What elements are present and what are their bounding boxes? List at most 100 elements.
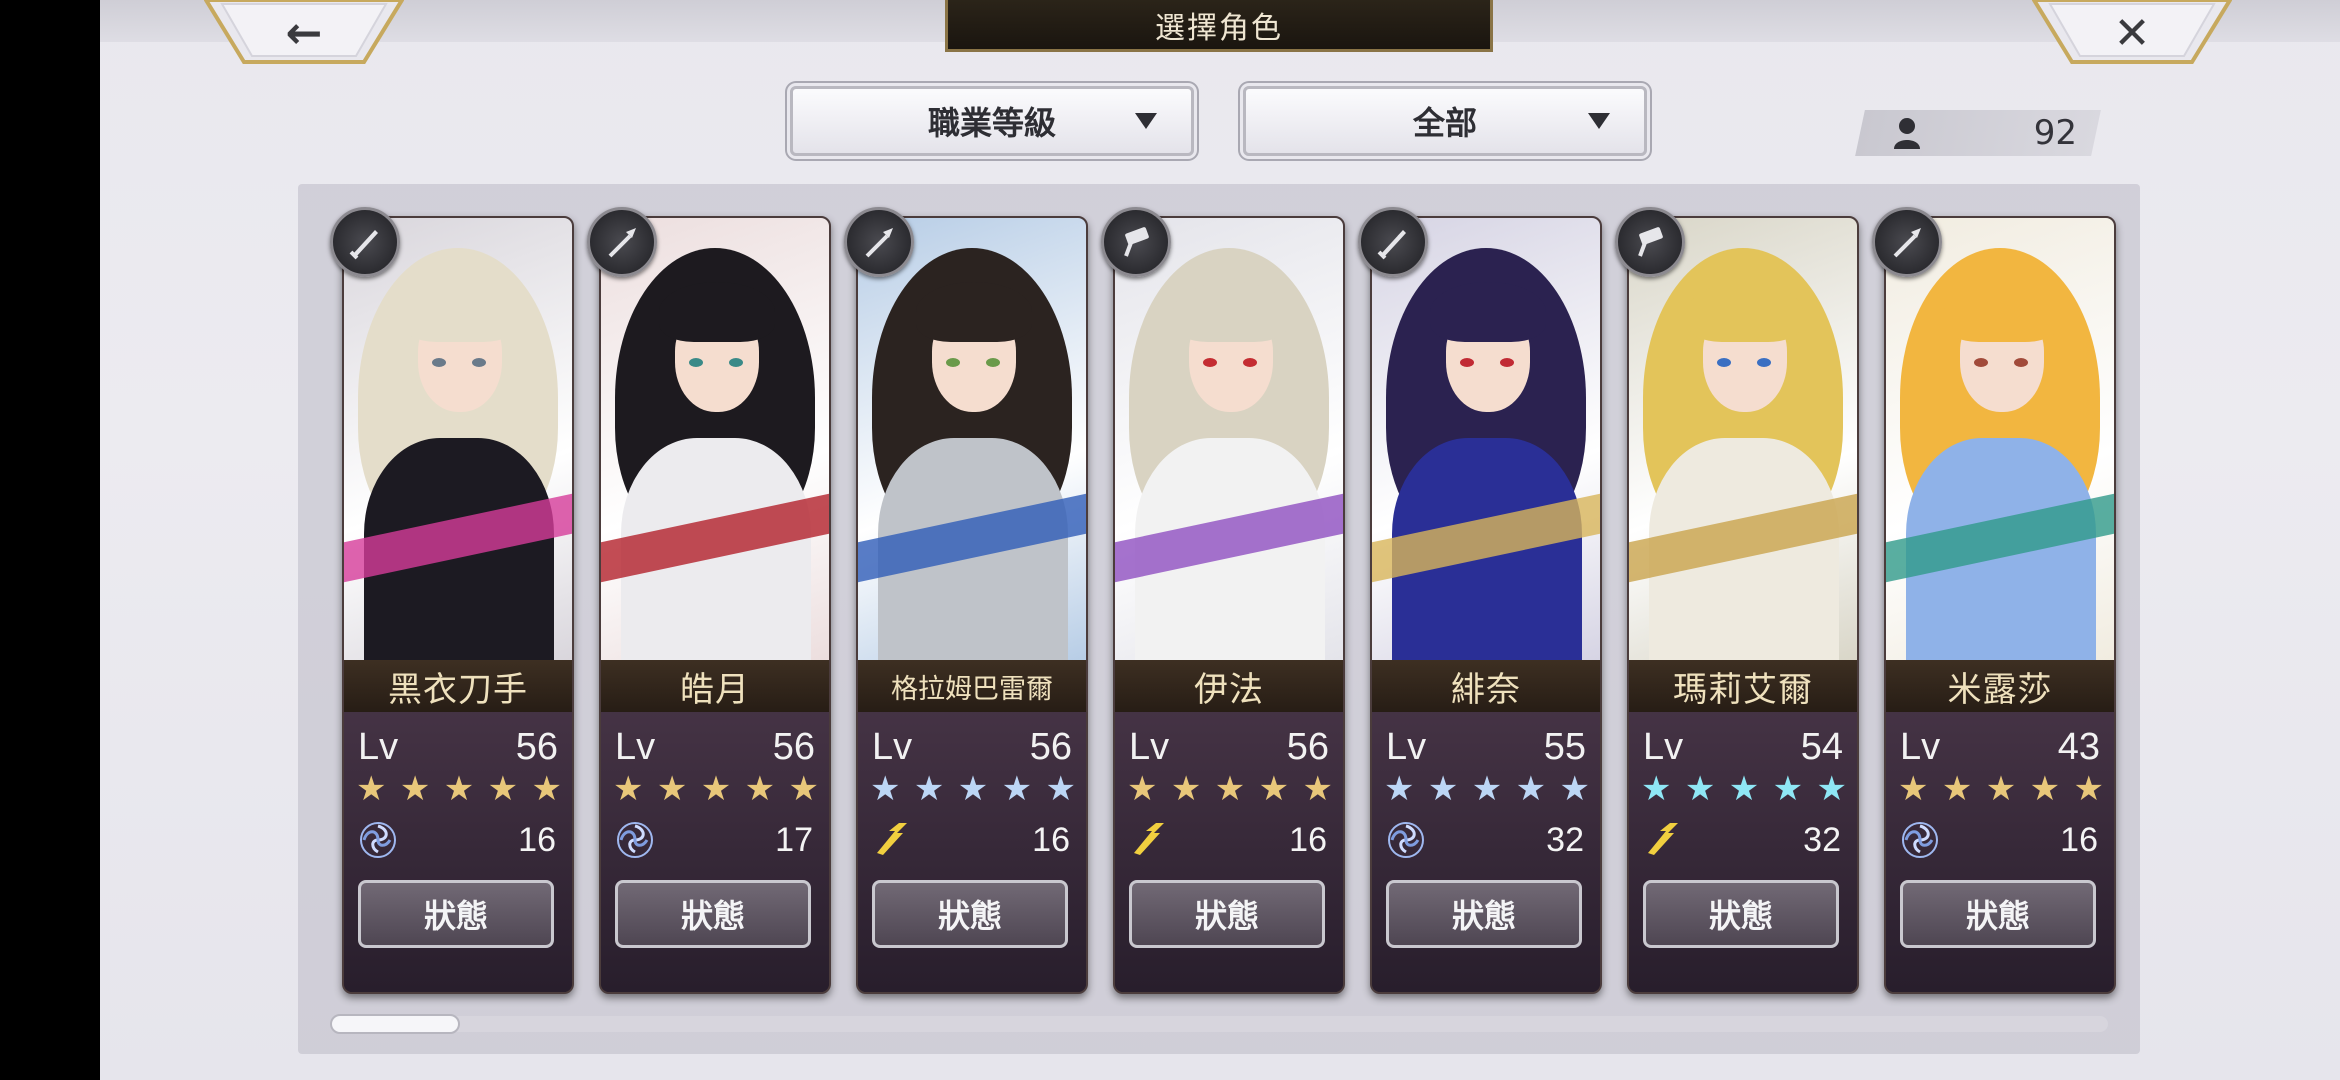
level-value: 56 (1286, 726, 1329, 768)
level-value: 55 (1543, 726, 1586, 768)
level-value: 56 (1029, 726, 1072, 768)
person-icon (1894, 118, 1920, 149)
character-portrait (344, 218, 572, 660)
chevron-down-icon (1588, 113, 1610, 129)
character-card[interactable]: 伊法 Lv 56 ★ ★ ★ ★ ★ 16 狀態 (1113, 216, 1345, 994)
star-icon: ★ (1471, 769, 1503, 809)
character-card[interactable]: 緋奈 Lv 55 ★ ★ ★ ★ ★ 32 狀態 (1370, 216, 1602, 994)
star-icon: ★ (487, 769, 519, 809)
character-name: 瑪莉艾爾 (1629, 660, 1857, 712)
star-icon: ★ (356, 769, 387, 809)
star-icon: ★ (1898, 769, 1929, 809)
spear-icon (1872, 207, 1942, 277)
star-icon: ★ (2073, 769, 2104, 809)
element-row: 16 (358, 820, 556, 860)
star-icon: ★ (957, 769, 989, 809)
star-icon: ★ (613, 769, 644, 809)
back-button[interactable]: ← (204, 0, 404, 66)
character-name: 緋奈 (1372, 660, 1600, 712)
wind-element-icon (358, 820, 398, 860)
element-row: 16 (1900, 820, 2098, 860)
wind-element-icon (1900, 820, 1940, 860)
level-row: Lv 56 (1129, 726, 1329, 769)
character-name: 皓月 (601, 660, 829, 712)
star-icon: ★ (531, 769, 562, 809)
star-icon: ★ (1941, 769, 1973, 809)
status-button[interactable]: 狀態 (872, 880, 1068, 948)
close-icon: ✕ (2113, 7, 2151, 59)
element-value: 17 (775, 820, 813, 859)
level-row: Lv 55 (1386, 726, 1586, 769)
star-icon: ★ (1816, 769, 1847, 809)
filter-dropdown[interactable]: 全部 (1243, 86, 1647, 156)
character-stats: Lv 56 ★ ★ ★ ★ ★ 16 狀態 (858, 712, 1086, 992)
character-portrait (1629, 218, 1857, 660)
horizontal-scrollbar-track[interactable] (330, 1016, 2108, 1032)
lightning-element-icon (1129, 820, 1169, 860)
character-name: 黑衣刀手 (344, 660, 572, 712)
star-icon: ★ (1772, 769, 1804, 809)
character-card[interactable]: 黑衣刀手 Lv 56 ★ ★ ★ ★ ★ 16 狀態 (342, 216, 574, 994)
element-value: 16 (1289, 820, 1327, 859)
sort-dropdown-label: 職業等級 (927, 104, 1056, 142)
sort-dropdown[interactable]: 職業等級 (790, 86, 1194, 156)
horizontal-scrollbar-thumb[interactable] (330, 1014, 460, 1034)
star-icon: ★ (1170, 769, 1202, 809)
level-value: 56 (772, 726, 815, 768)
level-label: Lv (358, 726, 399, 768)
character-card[interactable]: 瑪莉艾爾 Lv 54 ★ ★ ★ ★ ★ 32 狀態 (1627, 216, 1859, 994)
star-icon: ★ (1045, 769, 1076, 809)
star-icon: ★ (1559, 769, 1590, 809)
star-icon: ★ (443, 769, 475, 809)
character-stats: Lv 43 ★ ★ ★ ★ ★ 16 狀態 (1886, 712, 2114, 992)
element-row: 16 (872, 820, 1070, 860)
blade-icon (1358, 207, 1428, 277)
status-button[interactable]: 狀態 (1386, 880, 1582, 948)
character-stats: Lv 56 ★ ★ ★ ★ ★ 16 狀態 (1115, 712, 1343, 992)
star-icon: ★ (2029, 769, 2061, 809)
lightning-element-icon (1643, 820, 1683, 860)
close-button[interactable]: ✕ (2032, 0, 2232, 66)
character-name: 格拉姆巴雷爾 (858, 660, 1086, 712)
status-button[interactable]: 狀態 (1129, 880, 1325, 948)
level-value: 43 (2057, 726, 2100, 768)
star-icon: ★ (1684, 769, 1716, 809)
star-icon: ★ (656, 769, 688, 809)
star-icon: ★ (1258, 769, 1290, 809)
element-row: 17 (615, 820, 813, 860)
status-button[interactable]: 狀態 (358, 880, 554, 948)
status-button[interactable]: 狀態 (615, 880, 811, 948)
star-icon: ★ (1127, 769, 1158, 809)
character-portrait (601, 218, 829, 660)
character-portrait (1115, 218, 1343, 660)
star-icon: ★ (1001, 769, 1033, 809)
character-card[interactable]: 皓月 Lv 56 ★ ★ ★ ★ ★ 17 狀態 (599, 216, 831, 994)
character-portrait (1886, 218, 2114, 660)
character-name: 米露莎 (1886, 660, 2114, 712)
level-label: Lv (1129, 726, 1170, 768)
character-portrait (858, 218, 1086, 660)
star-icon: ★ (399, 769, 431, 809)
level-label: Lv (1386, 726, 1427, 768)
element-value: 32 (1546, 820, 1584, 859)
star-icon: ★ (1641, 769, 1672, 809)
character-name: 伊法 (1115, 660, 1343, 712)
status-button[interactable]: 狀態 (1900, 880, 2096, 948)
level-row: Lv 43 (1900, 726, 2100, 769)
character-card[interactable]: 米露莎 Lv 43 ★ ★ ★ ★ ★ 16 狀態 (1884, 216, 2116, 994)
element-value: 16 (2060, 820, 2098, 859)
element-value: 16 (518, 820, 556, 859)
status-button[interactable]: 狀態 (1643, 880, 1839, 948)
rarity-stars: ★ ★ ★ ★ ★ (1384, 772, 1590, 806)
star-icon: ★ (1302, 769, 1333, 809)
spear-icon (844, 207, 914, 277)
level-label: Lv (1643, 726, 1684, 768)
level-value: 56 (515, 726, 558, 768)
star-icon: ★ (913, 769, 945, 809)
level-row: Lv 56 (615, 726, 815, 769)
character-card[interactable]: 格拉姆巴雷爾 Lv 56 ★ ★ ★ ★ ★ 16 狀態 (856, 216, 1088, 994)
character-stats: Lv 54 ★ ★ ★ ★ ★ 32 狀態 (1629, 712, 1857, 992)
blade-icon (330, 207, 400, 277)
filter-dropdown-label: 全部 (1412, 104, 1477, 142)
star-icon: ★ (1427, 769, 1459, 809)
